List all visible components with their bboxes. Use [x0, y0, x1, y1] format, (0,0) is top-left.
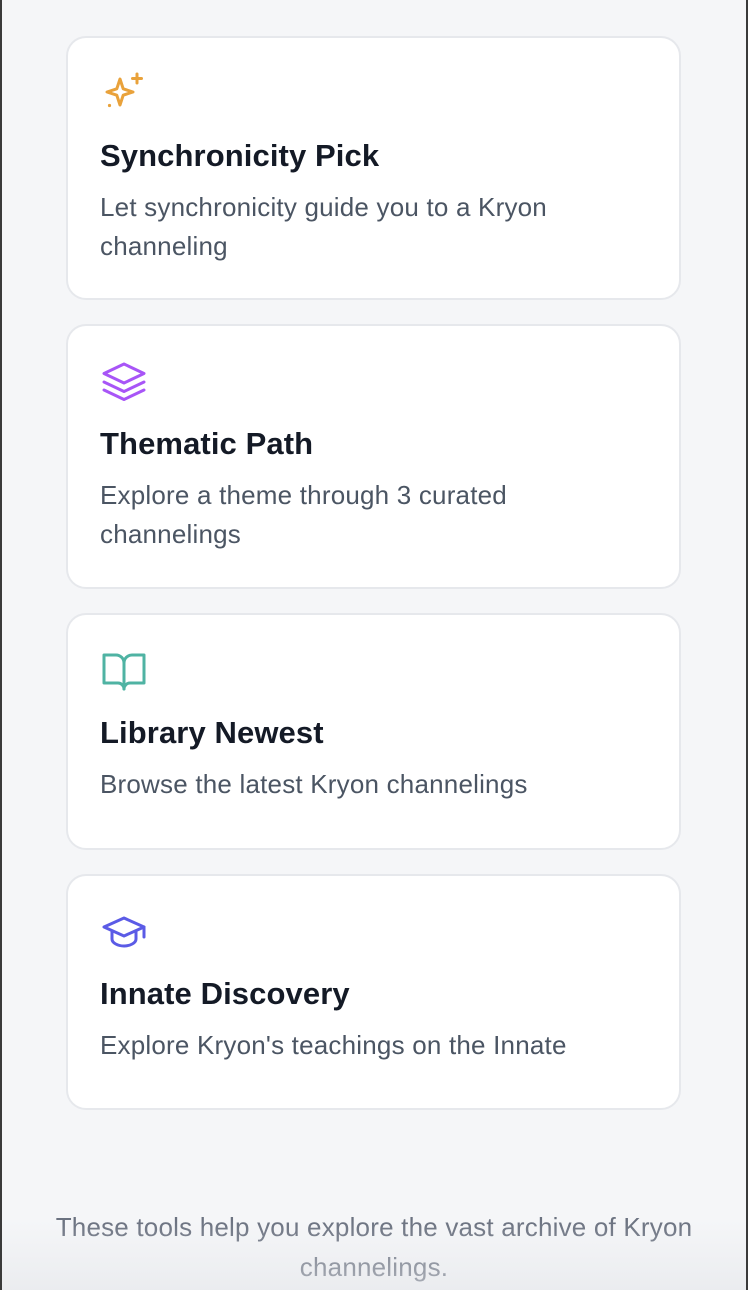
card-title: Innate Discovery [100, 976, 350, 1011]
card-title: Thematic Path [100, 426, 314, 461]
book-open-icon [100, 647, 148, 695]
card-description: Browse the latest Kryon channelings [100, 769, 528, 799]
footer-note: These tools help you explore the vast ar… [55, 1212, 693, 1282]
card-description: Explore a theme through 3 curated channe… [100, 480, 507, 549]
tool-card-list: Synchronicity Pick Let synchronicity gui… [66, 36, 681, 1134]
card-synchronicity-pick[interactable]: Synchronicity Pick Let synchronicity gui… [66, 36, 681, 300]
card-description: Let synchronicity guide you to a Kryon c… [100, 192, 547, 261]
card-description: Explore Kryon's teachings on the Innate [100, 1030, 567, 1060]
card-library-newest[interactable]: Library Newest Browse the latest Kryon c… [66, 613, 681, 850]
layers-icon [100, 358, 148, 406]
card-title: Synchronicity Pick [100, 138, 380, 173]
card-thematic-path[interactable]: Thematic Path Explore a theme through 3 … [66, 324, 681, 589]
sparkles-icon [100, 70, 148, 118]
graduation-cap-icon [100, 908, 148, 956]
card-innate-discovery[interactable]: Innate Discovery Explore Kryon's teachin… [66, 874, 681, 1110]
card-title: Library Newest [100, 715, 324, 750]
